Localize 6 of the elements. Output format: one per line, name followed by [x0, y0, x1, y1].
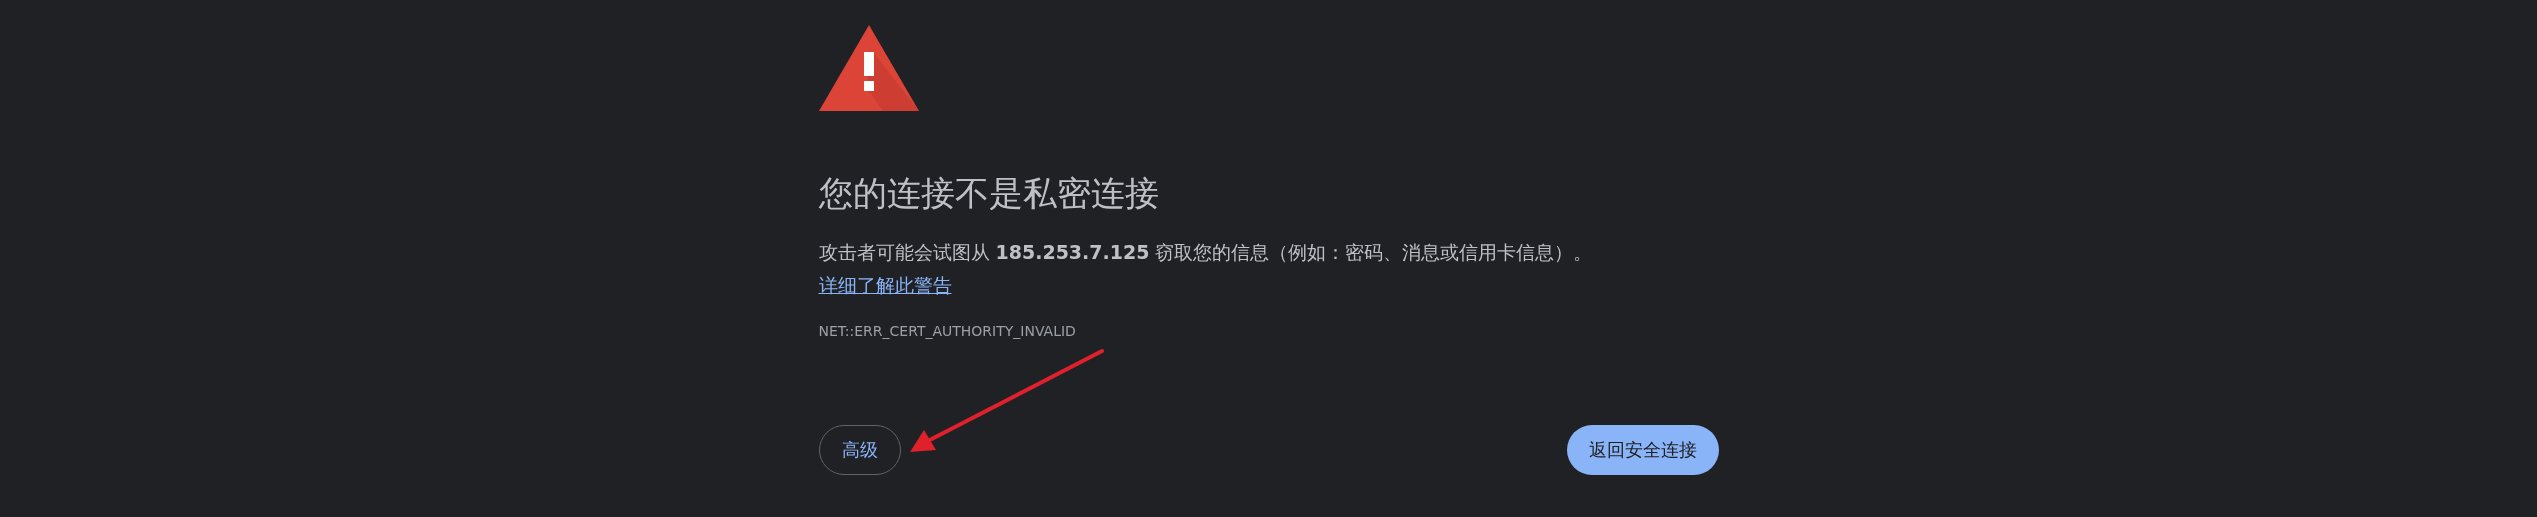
back-to-safety-button[interactable]: 返回安全连接	[1566, 425, 1719, 475]
error-code: NET::ERR_CERT_AUTHORITY_INVALID	[818, 323, 1076, 339]
page-heading: 您的连接不是私密连接	[818, 172, 1159, 215]
learn-more-link[interactable]: 详细了解此警告	[818, 271, 952, 299]
warning-message: 攻击者可能会试图从 185.253.7.125 窃取您的信息（例如：密码、消息或信用卡信息）。	[818, 240, 1593, 265]
warning-icon	[818, 25, 919, 111]
